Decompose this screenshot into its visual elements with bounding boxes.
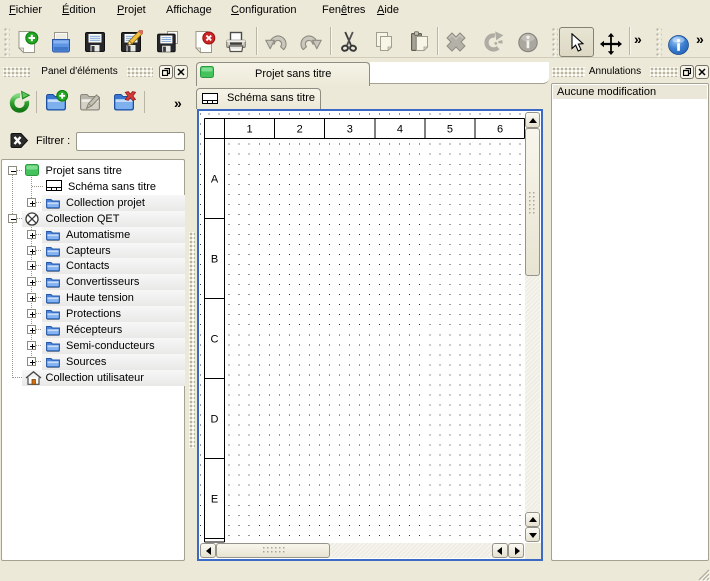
svg-text:3: 3 — [347, 124, 353, 136]
svg-text:A: A — [211, 174, 219, 186]
svg-text:D: D — [211, 414, 219, 426]
svg-text:E: E — [211, 494, 218, 506]
svg-text:6: 6 — [497, 124, 503, 136]
svg-text:1: 1 — [246, 124, 252, 136]
svg-text:4: 4 — [397, 124, 403, 136]
svg-text:C: C — [211, 334, 219, 346]
svg-text:2: 2 — [297, 124, 303, 136]
svg-text:B: B — [211, 254, 218, 266]
svg-text:5: 5 — [447, 124, 453, 136]
